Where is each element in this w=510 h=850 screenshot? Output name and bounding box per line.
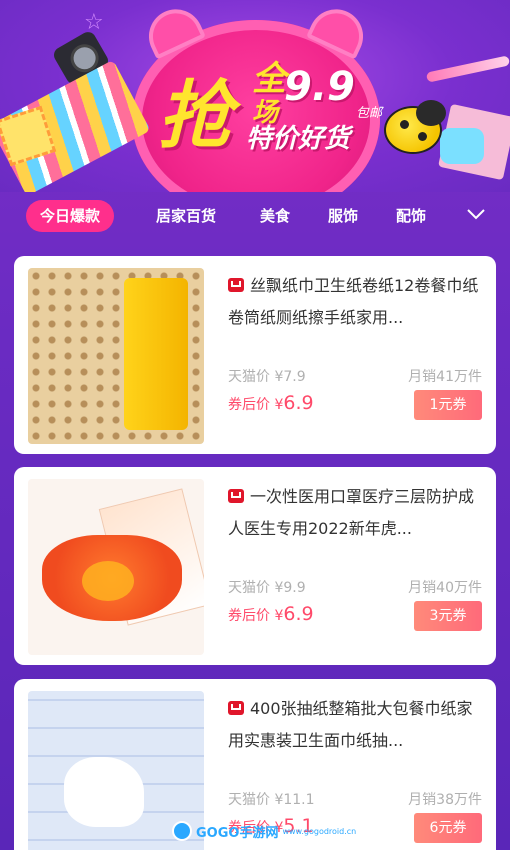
tab-today-hot[interactable]: 今日爆款 [26, 200, 115, 232]
tab-food[interactable]: 美食 [260, 200, 290, 232]
product-card[interactable]: 丝飘纸巾卫生纸卷纸12卷餐巾纸卷筒纸厕纸擦手纸家用... 天猫价 ¥7.9 月销… [14, 256, 496, 454]
banner-price: 9.9 [284, 64, 355, 110]
category-tabs: 今日爆款 居家百货 美食 服饰 配饰 [0, 196, 510, 236]
monthly-sales: 月销38万件 [408, 792, 482, 808]
toy-graphic [440, 128, 484, 164]
promo-banner[interactable]: ☆ 抢 全 场 9.9 包邮 特价好货 [0, 0, 510, 192]
product-image[interactable] [28, 479, 204, 655]
product-title-text: 一次性医用口罩医疗三层防护成人医生专用2022新年虎... [228, 487, 475, 538]
toilet-paper-pack-image [124, 278, 188, 430]
tmall-icon [228, 489, 244, 503]
coupon-price: 券后价 ¥6.9 [228, 603, 314, 625]
coupon-price: 券后价 ¥6.9 [228, 392, 314, 414]
tab-home-goods[interactable]: 居家百货 [156, 200, 216, 232]
face-mask-image [42, 535, 182, 621]
tmall-price: 天猫价 ¥7.9 [228, 369, 306, 385]
pen-graphic [425, 55, 510, 83]
tmall-icon [228, 278, 244, 292]
chevron-down-icon[interactable] [464, 202, 488, 226]
tmall-icon [228, 701, 244, 715]
coupon-price-label: 券后价 ¥ [228, 397, 284, 413]
tmall-price: 天猫价 ¥11.1 [228, 792, 315, 808]
coupon-button[interactable]: 1元券 [414, 390, 482, 420]
coupon-price-label: 券后价 ¥ [228, 608, 284, 624]
banner-subtitle: 特价好货 [246, 124, 351, 154]
banner-quan: 全 [252, 59, 286, 99]
product-title-text: 丝飘纸巾卫生纸卷纸12卷餐巾纸卷筒纸厕纸擦手纸家用... [228, 276, 479, 327]
product-title[interactable]: 丝飘纸巾卫生纸卷纸12卷餐巾纸卷筒纸厕纸擦手纸家用... [228, 270, 486, 334]
product-title[interactable]: 一次性医用口罩医疗三层防护成人医生专用2022新年虎... [228, 481, 486, 545]
product-title[interactable]: 400张抽纸整箱批大包餐巾纸家用实惠装卫生面巾纸抽... [228, 693, 486, 757]
tmall-price: 天猫价 ¥9.9 [228, 580, 306, 596]
site-watermark: GOGO手游网 www.gogodroid.cn [172, 818, 356, 844]
product-title-text: 400张抽纸整箱批大包餐巾纸家用实惠装卫生面巾纸抽... [228, 699, 473, 750]
tab-accessories[interactable]: 配饰 [396, 200, 426, 232]
watermark-url: www.gogodroid.cn [282, 826, 357, 836]
banner-free-shipping: 包邮 [356, 106, 383, 121]
coupon-button[interactable]: 3元券 [414, 601, 482, 631]
ladybug-head-graphic [416, 100, 446, 126]
gogo-logo-icon [172, 821, 192, 841]
coupon-price-value: 6.9 [283, 603, 314, 625]
coupon-price-value: 6.9 [283, 392, 314, 414]
tab-clothing[interactable]: 服饰 [328, 200, 358, 232]
monthly-sales: 月销40万件 [408, 580, 482, 596]
product-card[interactable]: 一次性医用口罩医疗三层防护成人医生专用2022新年虎... 天猫价 ¥9.9 月… [14, 467, 496, 665]
monthly-sales: 月销41万件 [408, 369, 482, 385]
coupon-button[interactable]: 6元券 [414, 813, 482, 843]
banner-headline: 抢 [158, 73, 232, 159]
product-image[interactable] [28, 268, 204, 444]
watermark-text: GOGO手游网 [196, 825, 279, 841]
